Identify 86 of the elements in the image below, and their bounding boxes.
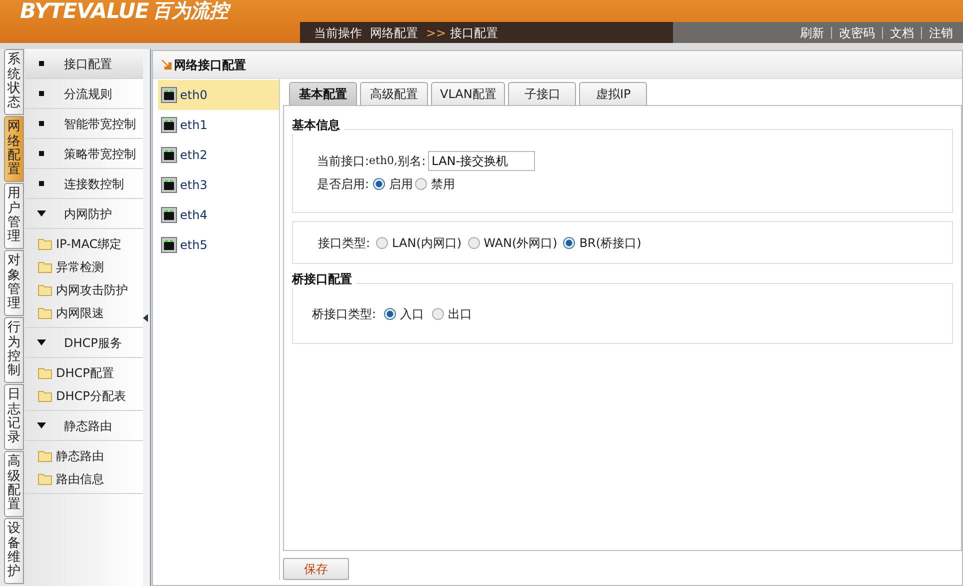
header-link[interactable]: 改密码 [839,24,875,42]
tab[interactable]: 高级配置 [360,82,428,105]
nav-subitem[interactable]: DHCP分配表 [25,384,143,407]
logo-subtitle: 百为流控 [152,2,229,20]
interface-item[interactable]: eth4 [158,200,279,230]
nav-subitem[interactable]: 静态路由 [25,444,143,467]
breadcrumb-item[interactable]: 网络配置 [370,24,418,42]
logo: BYTEVALUE [20,0,149,22]
header-link[interactable]: 刷新 [800,24,824,42]
nav-subitem[interactable]: 内网限速 [25,301,143,324]
triangle-down-icon [37,338,46,347]
nav-subitem[interactable]: 异常检测 [25,255,143,278]
header-link[interactable]: 注销 [929,24,953,42]
field-label: 桥接口类型: [312,306,376,322]
side-tab[interactable]: 系统状态 [4,49,24,115]
folder-icon [38,472,52,484]
nav-subitem[interactable]: 路由信息 [25,467,143,490]
radio-button[interactable] [432,308,444,320]
nav-item[interactable]: 接口配置 [25,49,143,79]
field-label: 别名: [398,153,426,170]
nav-subitem[interactable]: 内网攻击防护 [25,278,143,301]
network-port-icon [161,147,177,163]
breadcrumb-item[interactable]: 接口配置 [450,24,498,42]
radio-button[interactable] [384,308,396,320]
interface-item[interactable]: eth0 [158,80,279,110]
folder-icon [38,450,52,462]
folder-icon [38,260,52,272]
tab[interactable]: VLAN配置 [431,82,506,105]
section-title: 桥接口配置 [292,270,356,288]
triangle-down-icon [37,421,46,430]
interface-item[interactable]: eth3 [158,170,279,200]
header-link[interactable]: 文档 [890,24,914,42]
bullet-icon [39,91,44,96]
field-label: 当前接口: [317,153,370,170]
network-port-icon [161,87,177,103]
interface-item[interactable]: eth2 [158,140,279,170]
folder-icon [38,238,52,250]
network-port-icon [161,237,177,253]
field-label: 接口类型: [318,234,370,252]
side-tab[interactable]: 网络配置 [4,116,24,182]
radio-label: 入口 [400,306,424,322]
radio-label: BR(桥接口) [579,234,642,252]
breadcrumb-label: 当前操作 [314,24,362,42]
side-tab[interactable]: 日志记录 [4,384,24,450]
network-port-icon [161,207,177,223]
interface-item[interactable]: eth1 [158,110,279,140]
tab[interactable]: 基本配置 [289,82,357,105]
side-tab[interactable]: 对象管理 [4,250,24,316]
bullet-icon [39,151,44,156]
bullet-icon [39,61,44,66]
panel-title: 网络接口配置 [174,56,246,74]
interface-item[interactable]: eth5 [158,230,279,260]
triangle-down-icon [37,209,46,218]
folder-icon [38,284,52,296]
arrow-icon [161,59,172,70]
tab[interactable]: 虚拟IP [579,82,648,105]
breadcrumb-separator: >> [426,24,446,42]
radio-button[interactable] [376,236,388,248]
nav-subitem[interactable]: IP-MAC绑定 [25,232,143,255]
network-port-icon [161,177,177,193]
section-title: 基本信息 [292,116,344,134]
side-tab[interactable]: 高级配置 [4,451,24,517]
radio-label: 启用 [389,176,414,193]
folder-icon [38,306,52,318]
alias-input[interactable]: LAN-接交换机 [428,151,535,171]
radio-label: LAN(内网口) [392,234,462,252]
radio-button[interactable] [468,236,480,248]
current-interface: eth0, [369,152,398,169]
field-label: 是否启用: [317,176,370,193]
radio-label: 出口 [448,306,472,322]
bullet-icon [39,181,44,186]
folder-icon [38,366,52,378]
bullet-icon [39,121,44,126]
folder-icon [38,390,52,402]
tab[interactable]: 子接口 [508,82,576,105]
radio-label: 禁用 [431,176,456,193]
radio-button[interactable] [373,178,386,190]
side-tab[interactable]: 行为控制 [4,317,24,383]
network-port-icon [161,117,177,133]
radio-button[interactable] [563,236,576,248]
side-tab[interactable]: 用户管理 [4,183,24,249]
side-tab[interactable]: 设备维护 [4,518,24,584]
radio-label: WAN(外网口) [484,234,558,252]
radio-button[interactable] [415,178,428,190]
nav-subitem[interactable]: DHCP配置 [25,361,143,384]
save-button[interactable]: 保存 [283,558,349,580]
